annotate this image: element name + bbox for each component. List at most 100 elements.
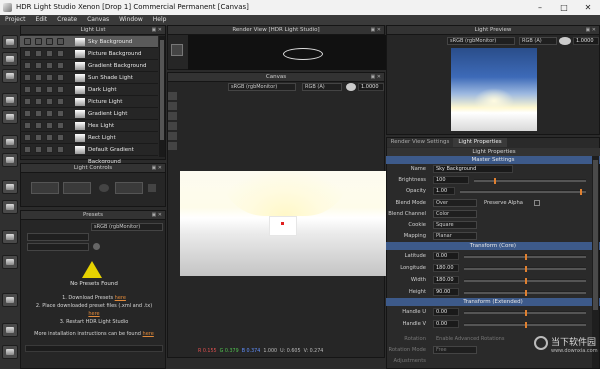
solo-icon[interactable] xyxy=(35,110,42,117)
canvas-colorspace-select[interactable]: sRGB (rgbMonitor) xyxy=(228,83,296,91)
lock-icon[interactable] xyxy=(46,62,53,69)
opacity-slider[interactable] xyxy=(460,189,586,195)
tool-brush-button[interactable] xyxy=(2,153,18,167)
lock-icon[interactable] xyxy=(46,146,53,153)
blend-channel-select[interactable]: Color xyxy=(433,210,477,218)
light-list-item[interactable]: Picture Background xyxy=(20,48,158,60)
light-list-item[interactable]: Gradient Light xyxy=(20,108,158,120)
visibility-icon[interactable] xyxy=(24,98,31,105)
visibility-icon[interactable] xyxy=(24,62,31,69)
mute-icon[interactable] xyxy=(57,98,64,105)
canvas-exposure-field[interactable]: 1.0000 xyxy=(358,83,384,91)
tool-pen-button[interactable] xyxy=(2,135,18,149)
visibility-icon[interactable] xyxy=(24,122,31,129)
height-field[interactable]: 90.00 xyxy=(433,288,459,296)
blend-mode-select[interactable]: Over xyxy=(433,199,477,207)
canvas-pan-icon[interactable] xyxy=(168,132,177,140)
solo-icon[interactable] xyxy=(35,98,42,105)
enable-advanced-rotations[interactable]: Enable Advanced Rotations xyxy=(436,336,504,342)
mute-icon[interactable] xyxy=(57,62,64,69)
light-list-item[interactable]: Dark Light xyxy=(20,84,158,96)
tab-light-properties[interactable]: Light Properties xyxy=(453,138,507,147)
solo-icon[interactable] xyxy=(35,38,42,45)
lock-icon[interactable] xyxy=(46,122,53,129)
mute-icon[interactable] xyxy=(57,134,64,141)
lock-icon[interactable] xyxy=(46,50,53,57)
visibility-icon[interactable] xyxy=(24,38,31,45)
control-link-icon[interactable] xyxy=(148,184,156,192)
tool-light-button[interactable] xyxy=(2,93,18,107)
presets-search-bar[interactable] xyxy=(25,345,163,352)
light-list-item[interactable]: Picture Light xyxy=(20,96,158,108)
canvas-fit-icon[interactable] xyxy=(168,142,177,150)
menu-project[interactable]: Project xyxy=(0,15,31,25)
section-transform-extended[interactable]: Transform (Extended) xyxy=(386,298,600,306)
preview-channel-select[interactable]: RGB (A) xyxy=(519,37,557,45)
light-list-item[interactable]: Sky Background xyxy=(20,36,158,48)
download-presets-link[interactable]: here xyxy=(115,295,126,301)
light-target-marker[interactable] xyxy=(281,222,284,225)
brightness-field[interactable]: 100 xyxy=(433,176,469,184)
lock-icon[interactable] xyxy=(46,134,53,141)
width-field[interactable]: 180.00 xyxy=(433,276,459,284)
longitude-field[interactable]: 180.00 xyxy=(433,264,459,272)
canvas-zoom-icon[interactable] xyxy=(168,122,177,130)
light-list-item[interactable]: Default Gradient Background xyxy=(20,144,158,165)
mute-icon[interactable] xyxy=(57,74,64,81)
visibility-icon[interactable] xyxy=(24,86,31,93)
render-view-viewport[interactable] xyxy=(188,35,386,70)
height-knob[interactable] xyxy=(525,290,527,296)
mute-icon[interactable] xyxy=(57,122,64,129)
section-master-settings[interactable]: Master Settings xyxy=(386,156,600,164)
panel-buttons[interactable]: ▣ ✕ xyxy=(370,26,381,35)
preserve-alpha-checkbox[interactable] xyxy=(534,200,540,206)
menu-canvas[interactable]: Canvas xyxy=(82,15,114,25)
visibility-icon[interactable] xyxy=(24,134,31,141)
light-handle-box[interactable] xyxy=(269,216,297,236)
tool-rect-button[interactable] xyxy=(2,110,18,124)
handle-v-knob[interactable] xyxy=(525,322,527,328)
canvas-viewport[interactable] xyxy=(180,171,386,276)
handle-u-knob[interactable] xyxy=(525,310,527,316)
rotation-mode-select[interactable]: Free xyxy=(433,346,477,354)
height-slider[interactable] xyxy=(464,290,586,296)
tool-settings-button[interactable] xyxy=(2,345,18,359)
width-knob[interactable] xyxy=(525,278,527,284)
mute-icon[interactable] xyxy=(57,86,64,93)
lock-icon[interactable] xyxy=(46,110,53,117)
light-list-item[interactable]: Gradient Background xyxy=(20,60,158,72)
preview-exposure-icon[interactable] xyxy=(559,37,571,45)
cookie-select[interactable]: Square xyxy=(433,221,477,229)
latitude-knob[interactable] xyxy=(525,254,527,260)
light-list-scrollbar[interactable] xyxy=(159,36,165,157)
light-list-item[interactable]: Sun Shade Light xyxy=(20,72,158,84)
panel-buttons[interactable]: ▣ ✕ xyxy=(370,73,381,82)
menu-edit[interactable]: Edit xyxy=(31,15,53,25)
solo-icon[interactable] xyxy=(35,86,42,93)
tool-preset-button[interactable] xyxy=(2,230,18,244)
presets-category-select[interactable] xyxy=(27,233,89,241)
solo-icon[interactable] xyxy=(35,50,42,57)
light-list-item[interactable]: Rect Light xyxy=(20,132,158,144)
minimize-button[interactable]: – xyxy=(528,0,552,15)
tool-picture-button[interactable] xyxy=(2,200,18,214)
presets-colorspace-select[interactable]: sRGB (rgbMonitor) xyxy=(91,223,163,231)
handle-u-field[interactable]: 0.00 xyxy=(433,308,459,316)
lock-icon[interactable] xyxy=(46,38,53,45)
panel-buttons[interactable]: ▣ ✕ xyxy=(151,164,162,173)
mute-icon[interactable] xyxy=(57,50,64,57)
brightness-knob[interactable] xyxy=(494,178,496,184)
canvas-arrow-icon[interactable] xyxy=(168,92,177,100)
visibility-icon[interactable] xyxy=(24,50,31,57)
preview-exposure-field[interactable]: 1.0000 xyxy=(573,37,599,45)
panel-buttons[interactable]: ▣ ✕ xyxy=(151,211,162,220)
mute-icon[interactable] xyxy=(57,110,64,117)
canvas-channel-select[interactable]: RGB (A) xyxy=(302,83,342,91)
latitude-slider[interactable] xyxy=(464,254,586,260)
panel-buttons[interactable]: ▣ ✕ xyxy=(151,26,162,35)
solo-icon[interactable] xyxy=(35,122,42,129)
instructions-link[interactable]: here xyxy=(143,331,154,337)
control-scale-button[interactable] xyxy=(63,182,91,194)
tool-erase-button[interactable] xyxy=(2,69,18,83)
menu-help[interactable]: Help xyxy=(148,15,172,25)
